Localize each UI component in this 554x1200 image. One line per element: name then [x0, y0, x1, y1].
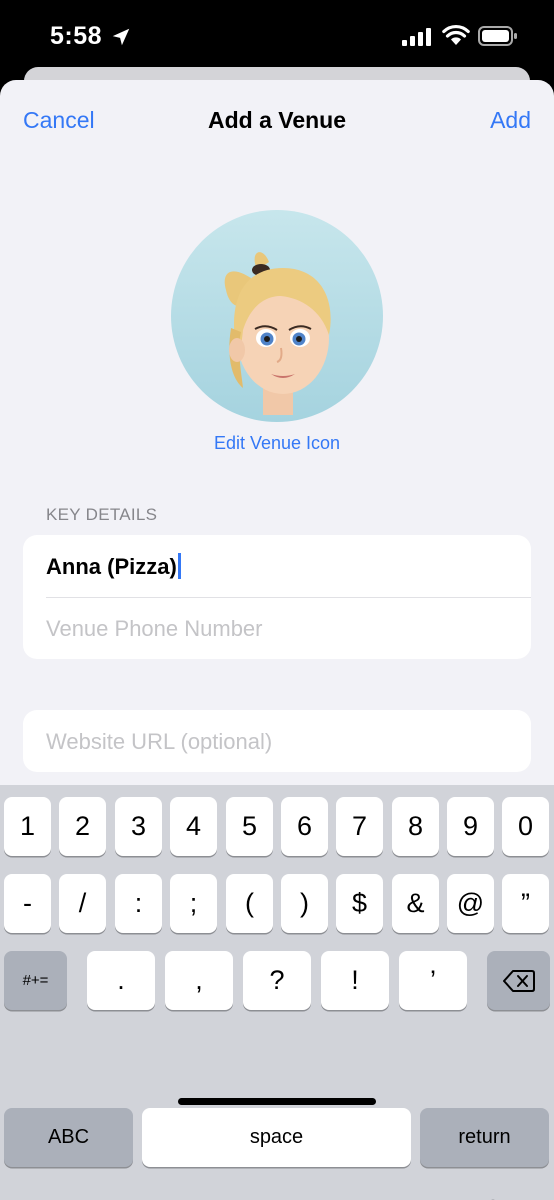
key-question[interactable]: ? — [243, 951, 311, 1010]
key-1[interactable]: 1 — [4, 797, 51, 856]
key-hyphen[interactable]: - — [4, 874, 51, 933]
wifi-icon — [442, 24, 470, 45]
backspace-icon — [502, 969, 535, 992]
venue-phone-placeholder: Venue Phone Number — [46, 616, 263, 641]
return-key[interactable]: return — [420, 1108, 549, 1167]
key-semicolon[interactable]: ; — [170, 874, 217, 933]
key-exclamation[interactable]: ! — [321, 951, 389, 1010]
key-more-symbols[interactable]: #+= — [4, 951, 67, 1010]
edit-venue-icon-link[interactable]: Edit Venue Icon — [0, 433, 554, 454]
cancel-button[interactable]: Cancel — [23, 107, 95, 134]
key-0[interactable]: 0 — [502, 797, 549, 856]
key-at[interactable]: @ — [447, 874, 494, 933]
key-2[interactable]: 2 — [59, 797, 106, 856]
key-3[interactable]: 3 — [115, 797, 162, 856]
key-quote[interactable]: ” — [502, 874, 549, 933]
key-close-paren[interactable]: ) — [281, 874, 328, 933]
venue-icon-avatar[interactable] — [171, 210, 383, 422]
add-button[interactable]: Add — [490, 107, 531, 134]
battery-icon — [478, 26, 517, 46]
memoji-icon — [224, 252, 331, 415]
key-details-group: Anna (Pizza) Venue Phone Number — [23, 535, 531, 659]
key-7[interactable]: 7 — [336, 797, 383, 856]
key-8[interactable]: 8 — [392, 797, 439, 856]
key-comma[interactable]: , — [165, 951, 233, 1010]
home-indicator — [178, 1098, 376, 1105]
website-group: Website URL (optional) — [23, 710, 531, 772]
key-period[interactable]: . — [87, 951, 155, 1010]
status-time: 5:58 — [50, 22, 103, 50]
key-open-paren[interactable]: ( — [226, 874, 273, 933]
delete-key[interactable] — [487, 951, 550, 1010]
venue-name-value: Anna (Pizza) — [46, 553, 181, 580]
key-6[interactable]: 6 — [281, 797, 328, 856]
space-key[interactable]: space — [142, 1108, 411, 1167]
website-url-field[interactable]: Website URL (optional) — [23, 710, 531, 772]
key-dollar[interactable]: $ — [336, 874, 383, 933]
venue-name-field[interactable]: Anna (Pizza) — [23, 535, 531, 597]
key-slash[interactable]: / — [59, 874, 106, 933]
key-ampersand[interactable]: & — [392, 874, 439, 933]
key-5[interactable]: 5 — [226, 797, 273, 856]
status-bar: 5:58 — [0, 0, 554, 70]
key-9[interactable]: 9 — [447, 797, 494, 856]
key-colon[interactable]: : — [115, 874, 162, 933]
add-venue-sheet: Cancel Add a Venue Add Edit Venue Icon K… — [0, 80, 554, 1200]
keyboard: 1 2 3 4 5 6 7 8 9 0 - / : ; ( ) $ & @ ” … — [0, 785, 554, 1200]
venue-phone-field[interactable]: Venue Phone Number — [23, 597, 531, 659]
abc-key[interactable]: ABC — [4, 1108, 133, 1167]
text-cursor — [177, 553, 181, 579]
website-url-placeholder: Website URL (optional) — [46, 729, 273, 754]
key-apostrophe[interactable]: ’ — [399, 951, 467, 1010]
key-details-header: KEY DETAILS — [46, 505, 158, 524]
cellular-signal-icon — [402, 28, 431, 46]
location-arrow-icon — [112, 28, 130, 46]
key-4[interactable]: 4 — [170, 797, 217, 856]
